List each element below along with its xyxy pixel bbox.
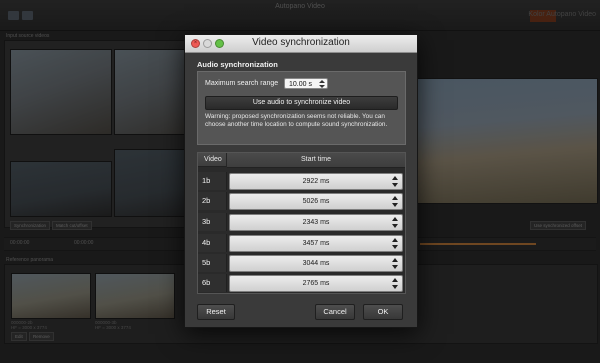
start-time-value: 5026 ms bbox=[302, 198, 330, 205]
table-row: 2b 5026 ms bbox=[198, 192, 405, 211]
video-name: 1b bbox=[198, 172, 227, 190]
start-time-stepper[interactable]: 3044 ms bbox=[229, 255, 403, 272]
start-time-value: 3044 ms bbox=[302, 260, 330, 267]
dialog-titlebar[interactable]: × Video synchronization bbox=[185, 35, 417, 53]
cancel-button[interactable]: Cancel bbox=[315, 304, 355, 320]
start-time-stepper[interactable]: 2343 ms bbox=[229, 214, 403, 231]
ok-button[interactable]: OK bbox=[363, 304, 403, 320]
use-audio-button[interactable]: Use audio to synchronize video bbox=[205, 96, 398, 110]
table-row: 1b 2922 ms bbox=[198, 172, 405, 191]
start-time-stepper[interactable]: 3457 ms bbox=[229, 235, 403, 252]
start-time-value: 2343 ms bbox=[302, 219, 330, 226]
start-time-table: Video Start time 1b 2922 ms 2b 5026 ms 3… bbox=[197, 152, 406, 294]
video-name: 4b bbox=[198, 234, 227, 252]
column-header-video: Video bbox=[198, 153, 227, 167]
video-name: 5b bbox=[198, 254, 227, 272]
max-search-range-input[interactable]: 10.00 s bbox=[284, 78, 328, 89]
stepper-arrows-icon[interactable] bbox=[392, 176, 399, 187]
start-time-stepper[interactable]: 5026 ms bbox=[229, 193, 403, 210]
table-row: 4b 3457 ms bbox=[198, 234, 405, 253]
stepper-arrows-icon[interactable] bbox=[319, 80, 325, 88]
video-name: 6b bbox=[198, 274, 227, 292]
sync-warning-text: Warning: proposed synchronization seems … bbox=[205, 113, 388, 128]
start-time-value: 3457 ms bbox=[302, 240, 330, 247]
start-time-stepper[interactable]: 2922 ms bbox=[229, 173, 403, 190]
video-name: 2b bbox=[198, 192, 227, 210]
stepper-arrows-icon[interactable] bbox=[392, 217, 399, 228]
stepper-arrows-icon[interactable] bbox=[392, 258, 399, 269]
start-time-value: 2765 ms bbox=[302, 280, 330, 287]
start-time-stepper[interactable]: 2765 ms bbox=[229, 275, 403, 292]
dialog-title: Video synchronization bbox=[252, 37, 350, 48]
table-row: 5b 3044 ms bbox=[198, 254, 405, 273]
column-header-start-time: Start time bbox=[227, 153, 405, 168]
max-search-range-value: 10.00 s bbox=[289, 81, 312, 88]
audio-section-title: Audio synchronization bbox=[197, 60, 278, 69]
video-synchronization-dialog: × Video synchronization Audio synchroniz… bbox=[184, 34, 418, 328]
table-row: 6b 2765 ms bbox=[198, 274, 405, 293]
audio-sync-box: Maximum search range 10.00 s Use audio t… bbox=[197, 71, 406, 145]
stepper-arrows-icon[interactable] bbox=[392, 278, 399, 289]
table-row: 3b 2343 ms bbox=[198, 213, 405, 232]
stepper-arrows-icon[interactable] bbox=[392, 196, 399, 207]
stepper-arrows-icon[interactable] bbox=[392, 238, 399, 249]
video-name: 3b bbox=[198, 213, 227, 231]
reset-button[interactable]: Reset bbox=[197, 304, 235, 320]
start-time-value: 2922 ms bbox=[302, 178, 330, 185]
max-search-range-label: Maximum search range bbox=[205, 80, 279, 87]
